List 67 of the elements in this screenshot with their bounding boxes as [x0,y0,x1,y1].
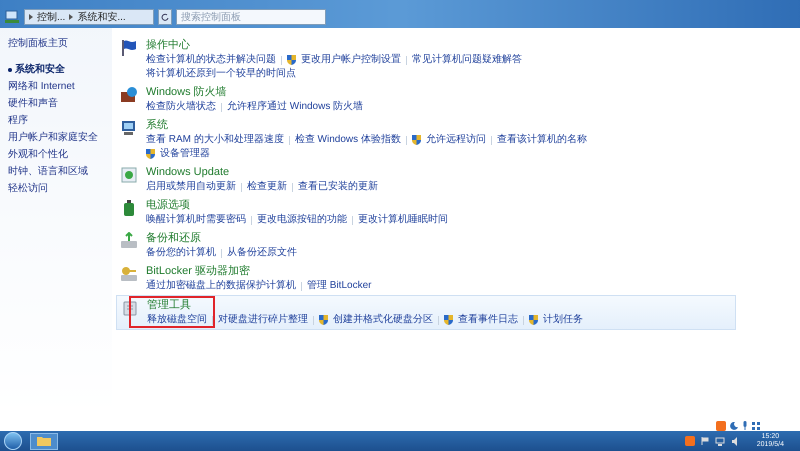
task-link[interactable]: 备份您的计算机 [146,247,216,259]
category-title[interactable]: 系统 [146,119,168,132]
category-title[interactable]: BitLocker 驱动器加密 [146,265,250,278]
control-panel-icon [4,9,20,25]
update-icon [120,166,138,184]
moon-icon[interactable] [730,422,738,430]
backup-drive-icon [120,232,138,250]
sidebar-item[interactable]: 系统和安全 [15,63,65,76]
task-link[interactable]: 将计算机还原到一个较早的时间点 [146,68,296,80]
sidebar-item[interactable]: 轻松访问 [8,182,48,195]
folder-icon [37,436,51,446]
category-title[interactable]: 操作中心 [146,39,190,52]
sidebar-item[interactable]: 用户帐户和家庭安全 [8,131,98,144]
bullet-icon [8,68,12,72]
home-link[interactable]: 控制面板主页 [8,36,112,51]
flag-icon [120,39,138,57]
sogou-icon[interactable] [716,420,726,430]
task-link[interactable]: 查看 RAM 的大小和处理器速度 [146,134,284,146]
task-link[interactable]: 更改用户帐户控制设置 [301,54,401,66]
category-title[interactable]: 备份和还原 [146,232,201,245]
sidebar-item[interactable]: 时钟、语言和区域 [8,165,88,178]
sidebar-item[interactable]: 程序 [8,114,28,127]
task-link[interactable]: 查看已安装的更新 [298,181,378,193]
task-link[interactable]: 从备份还原文件 [227,247,297,259]
task-link[interactable]: 查看该计算机的名称 [496,134,587,146]
task-link[interactable]: 释放磁盘空间 [147,314,207,326]
task-link[interactable]: 对硬盘进行碎片整理 [218,314,308,326]
explorer-taskbar-button[interactable] [30,432,58,450]
sidebar-item[interactable]: 外观和个性化 [8,148,68,161]
task-link[interactable]: 允许程序通过 Windows 防火墙 [227,101,364,113]
computer-icon [120,119,138,137]
key-drive-icon [120,265,138,283]
microphone-icon[interactable] [742,421,748,430]
chevron-icon [29,14,33,20]
task-link[interactable]: 设备管理器 [160,148,210,160]
task-link[interactable]: 检查计算机的状态并解决问题 [146,54,276,66]
task-link[interactable]: 检查 Windows 体验指数 [294,134,401,146]
breadcrumb[interactable]: 控制... [37,10,66,24]
task-link[interactable]: 启用或禁用自动更新 [146,181,236,193]
flag-icon[interactable] [700,437,709,445]
category-title[interactable]: 管理工具 [147,299,191,312]
task-link[interactable]: 查看事件日志 [458,314,518,326]
task-link[interactable]: 计划任务 [543,314,583,326]
task-link[interactable]: 更改计算机睡眠时间 [358,214,448,226]
task-link[interactable]: 管理 BitLocker [307,280,372,292]
search-field[interactable]: 搜索控制面板 [176,9,326,25]
chevron-icon [69,14,74,20]
task-link[interactable]: 允许远程访问 [426,134,486,146]
grid-icon[interactable] [752,422,760,430]
brick-wall-icon [120,86,138,104]
refresh-button[interactable] [158,9,172,25]
sidebar-item[interactable]: 网络和 Internet [8,80,75,93]
sidebar-item[interactable]: 硬件和声音 [8,97,58,110]
task-link[interactable]: 创建并格式化硬盘分区 [333,314,433,326]
category-title[interactable]: 电源选项 [146,199,190,212]
task-link[interactable]: 检查更新 [247,181,287,193]
category-title[interactable]: Windows 防火墙 [146,86,227,99]
breadcrumb[interactable]: 系统和安... [77,10,126,24]
task-link[interactable]: 检查防火墙状态 [146,101,216,113]
category-title[interactable]: Windows Update [146,166,230,179]
refresh-icon [161,13,169,21]
task-link[interactable]: 唤醒计算机时需要密码 [146,214,246,226]
address-bar[interactable]: 控制... 系统和安... [24,9,154,25]
task-link[interactable]: 更改电源按钮的功能 [257,214,347,226]
task-link[interactable]: 常见计算机问题疑难解答 [412,54,522,66]
task-link[interactable]: 通过加密磁盘上的数据保护计算机 [146,280,296,292]
start-button[interactable] [4,432,22,450]
